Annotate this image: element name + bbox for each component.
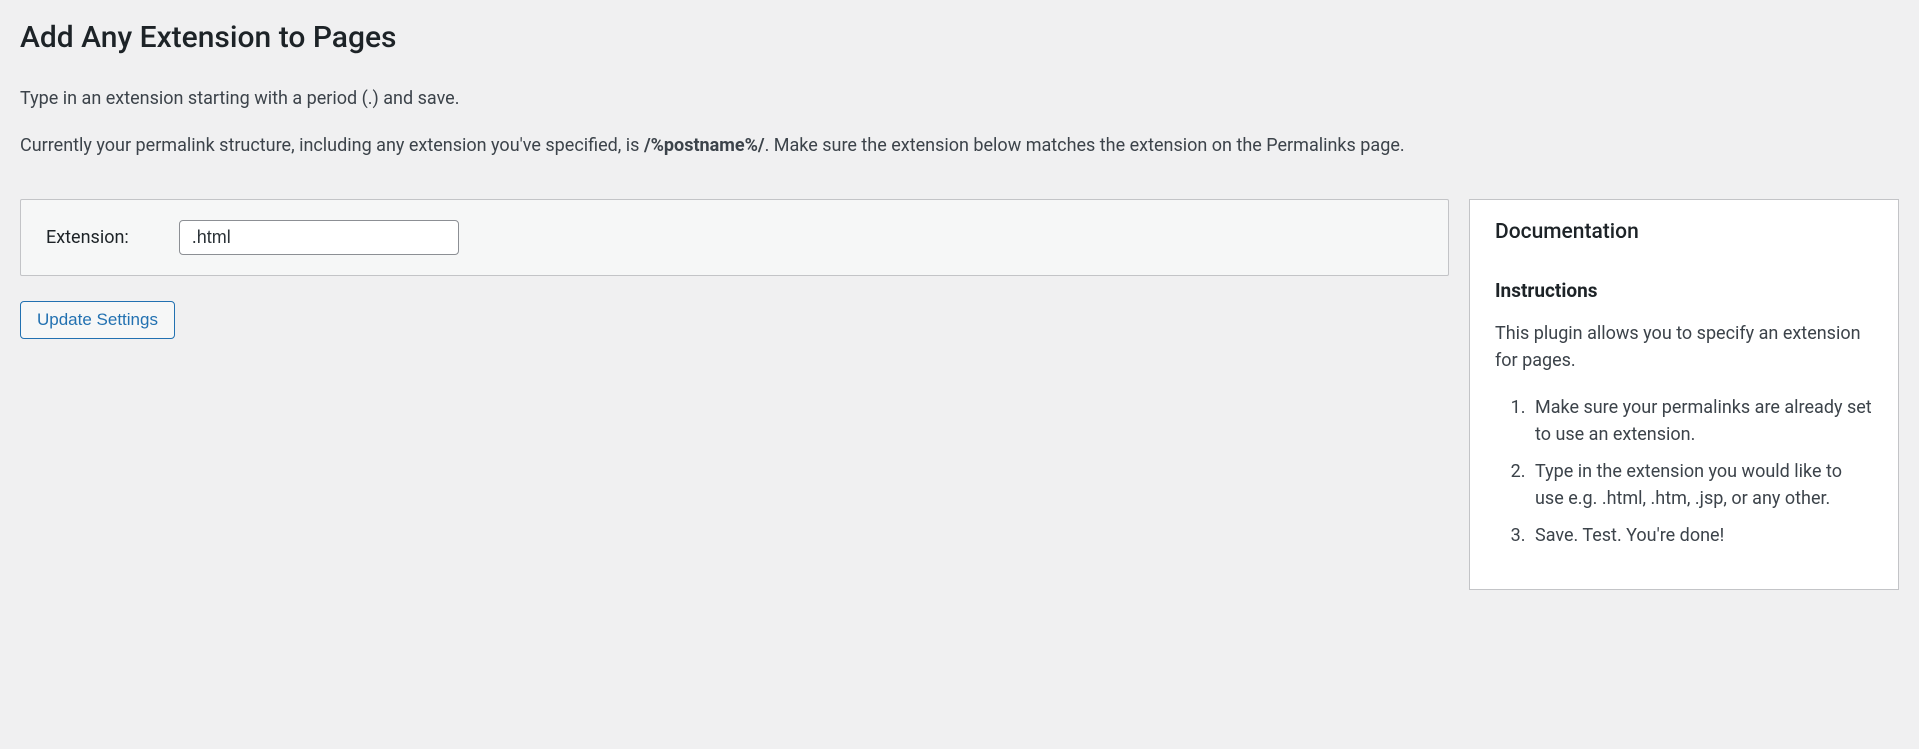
- intro-text-1: Type in an extension starting with a per…: [20, 85, 1899, 112]
- settings-box: Extension:: [20, 199, 1449, 276]
- extension-input[interactable]: [179, 220, 459, 255]
- instruction-step: Type in the extension you would like to …: [1530, 458, 1873, 512]
- intro-prefix: Currently your permalink structure, incl…: [20, 135, 644, 156]
- intro-text-2: Currently your permalink structure, incl…: [20, 132, 1899, 159]
- extension-label: Extension:: [46, 227, 129, 248]
- update-settings-button[interactable]: Update Settings: [20, 301, 175, 339]
- instruction-step: Make sure your permalinks are already se…: [1530, 394, 1873, 448]
- page-title: Add Any Extension to Pages: [20, 20, 1899, 55]
- permalink-structure: /%postname%/: [644, 135, 765, 156]
- intro-suffix: . Make sure the extension below matches …: [765, 135, 1405, 156]
- instructions-heading: Instructions: [1495, 279, 1873, 302]
- main-settings-area: Extension: Update Settings: [20, 199, 1449, 339]
- instructions-description: This plugin allows you to specify an ext…: [1495, 320, 1873, 374]
- instructions-list: Make sure your permalinks are already se…: [1495, 394, 1873, 549]
- documentation-heading: Documentation: [1495, 220, 1873, 244]
- documentation-sidebar: Documentation Instructions This plugin a…: [1469, 199, 1899, 590]
- instruction-step: Save. Test. You're done!: [1530, 522, 1873, 549]
